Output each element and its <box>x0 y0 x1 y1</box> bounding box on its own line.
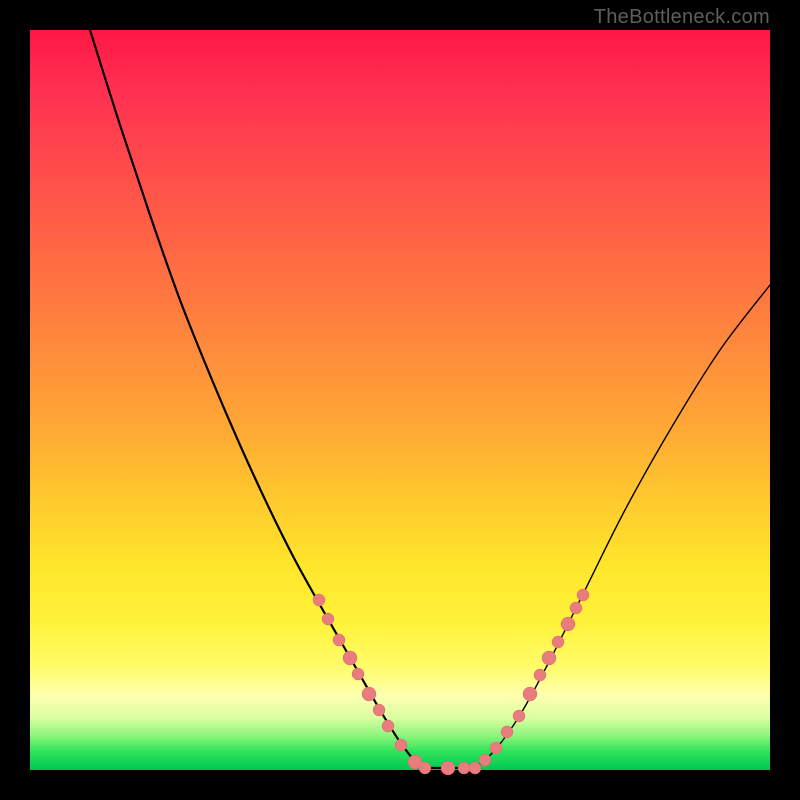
series-right-curve <box>475 285 770 768</box>
data-point <box>513 710 525 722</box>
data-point <box>458 762 470 774</box>
data-point <box>419 762 431 774</box>
data-point <box>362 687 376 701</box>
data-point <box>373 704 385 716</box>
data-point <box>352 668 364 680</box>
data-point <box>490 742 502 754</box>
data-point <box>395 739 407 751</box>
data-point <box>479 754 491 766</box>
data-point <box>343 651 357 665</box>
data-point <box>561 617 575 631</box>
data-point <box>322 613 334 625</box>
data-point <box>523 687 537 701</box>
data-point <box>469 762 481 774</box>
data-point <box>552 636 564 648</box>
data-point <box>313 594 325 606</box>
watermark-text: TheBottleneck.com <box>594 6 770 29</box>
data-point <box>534 669 546 681</box>
chart-svg <box>30 30 770 770</box>
data-point <box>333 634 345 646</box>
data-point <box>542 651 556 665</box>
series-left-curve <box>90 30 420 768</box>
data-point <box>441 761 455 775</box>
plot-area <box>30 30 770 770</box>
series-group <box>90 30 770 768</box>
data-point <box>570 602 582 614</box>
chart-stage: TheBottleneck.com <box>0 0 800 800</box>
data-point <box>577 589 589 601</box>
data-point <box>382 720 394 732</box>
data-point <box>501 726 513 738</box>
marker-group <box>313 589 589 775</box>
